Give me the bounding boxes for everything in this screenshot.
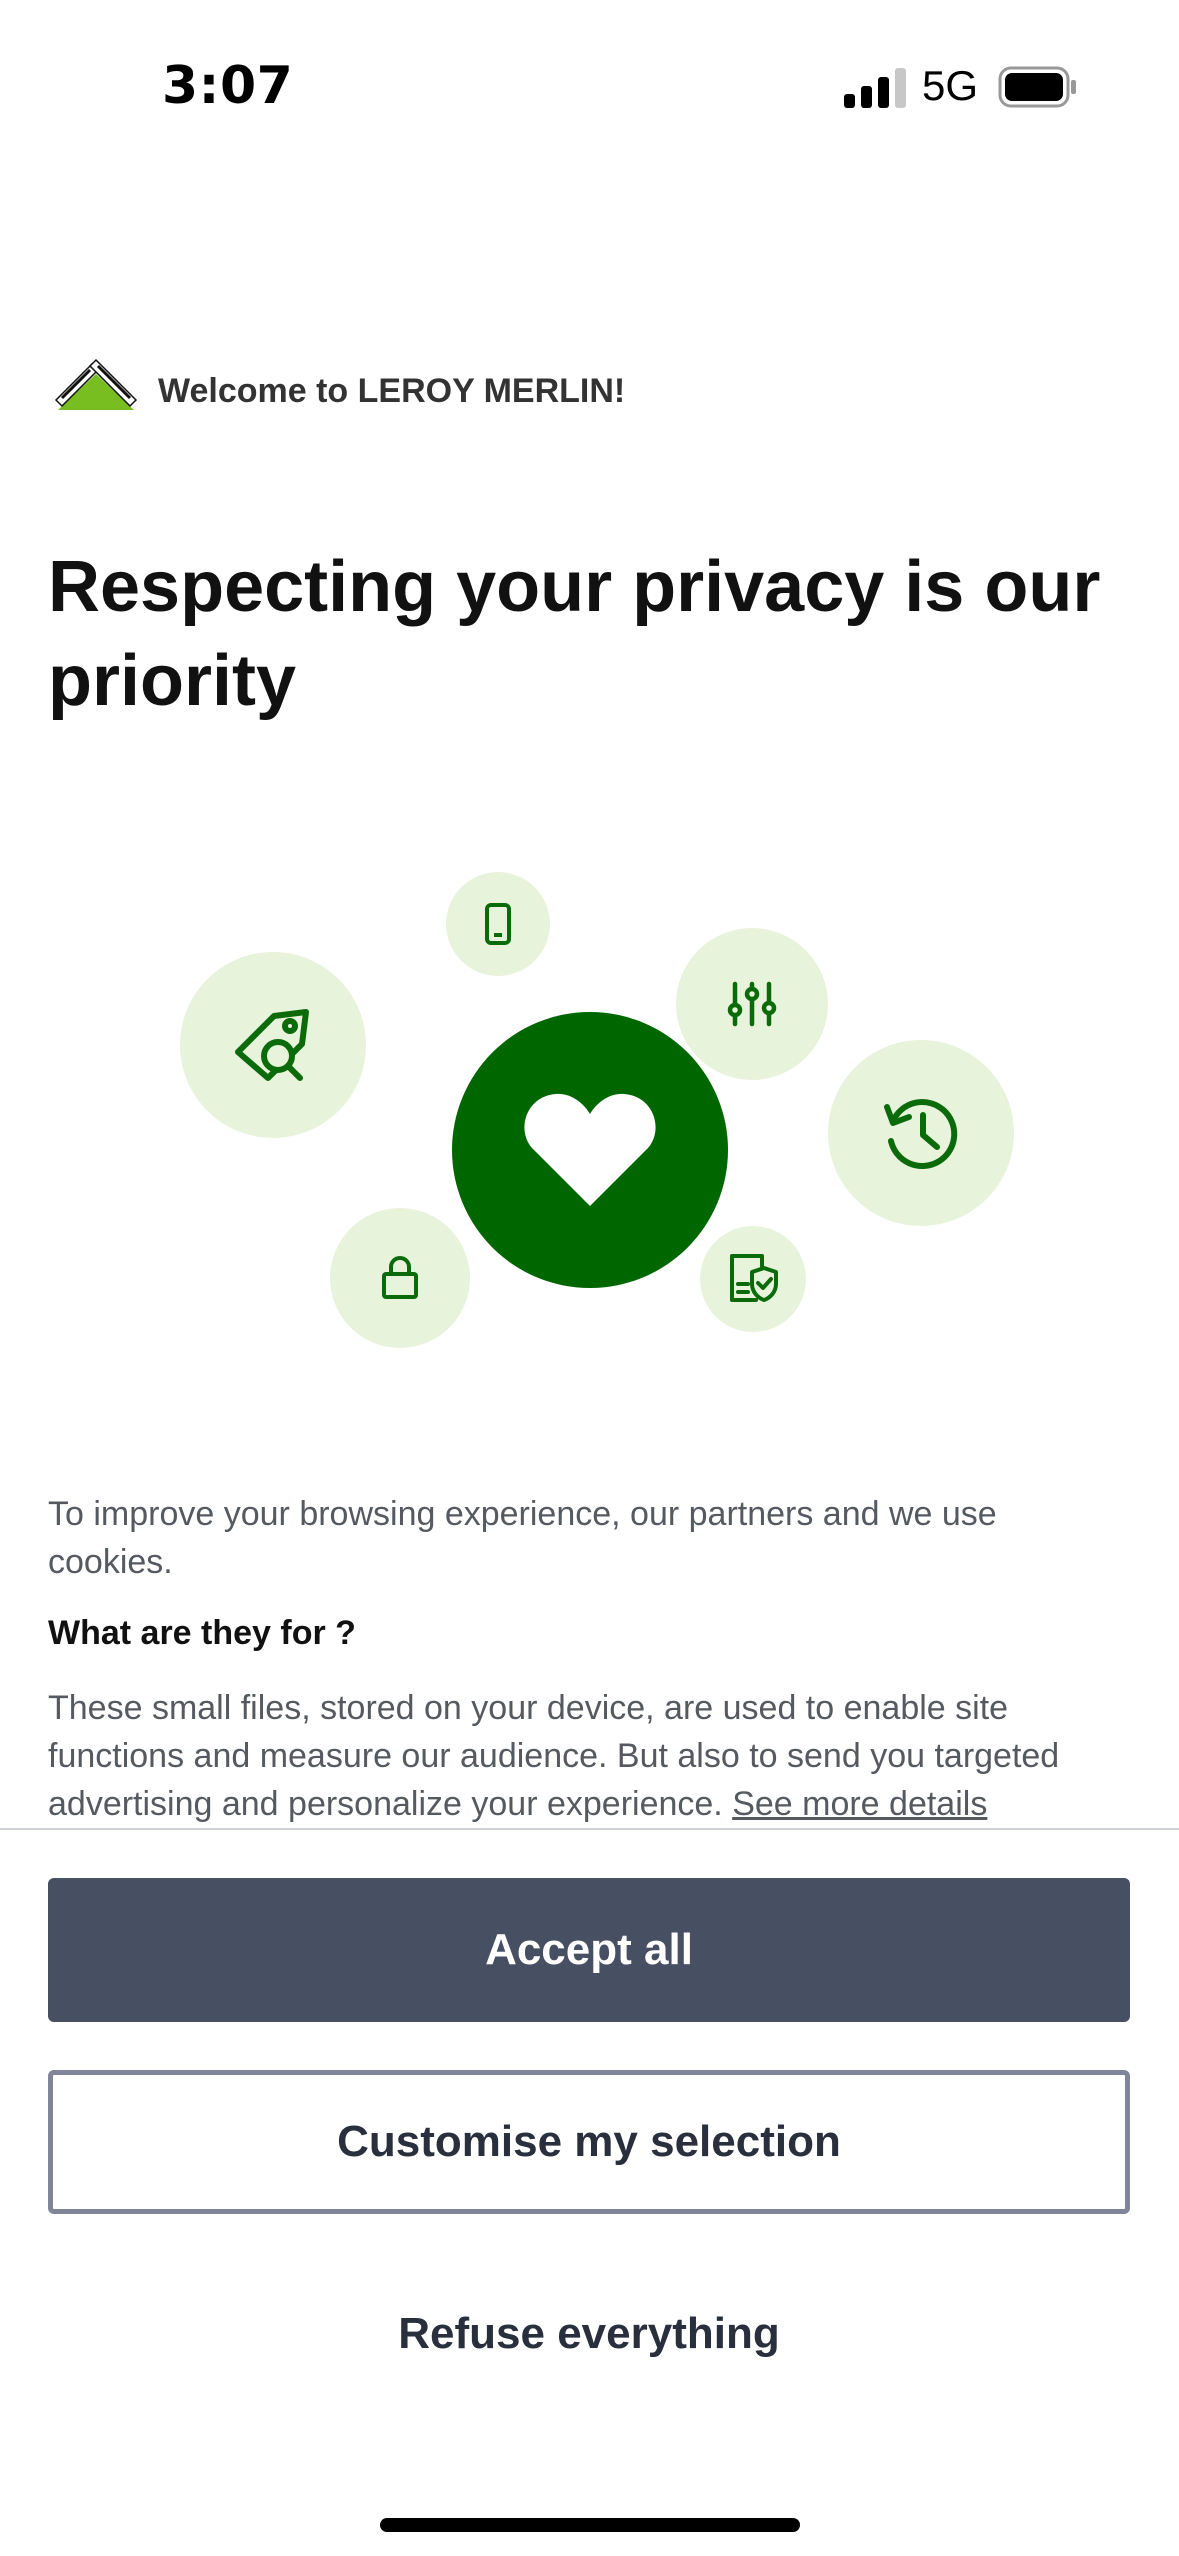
see-more-details-link[interactable]: See more details xyxy=(732,1785,987,1823)
status-time: 3:07 xyxy=(162,56,294,116)
cellular-signal-icon xyxy=(844,68,906,108)
heart-icon xyxy=(524,1093,656,1206)
page-title: Respecting your privacy is our priority xyxy=(48,547,1101,721)
welcome-text: Welcome to LEROY MERLIN! xyxy=(158,372,626,410)
sliders-bubble xyxy=(676,928,828,1080)
history-icon xyxy=(884,1099,958,1169)
leroy-merlin-logo xyxy=(54,358,138,410)
shield-document-icon xyxy=(730,1254,778,1302)
sliders-icon xyxy=(727,981,777,1027)
refuse-everything-button[interactable]: Refuse everything xyxy=(48,2262,1130,2406)
tag-search-bubble xyxy=(180,952,366,1138)
tag-search-icon xyxy=(235,1009,309,1081)
lock-icon xyxy=(382,1256,418,1299)
customise-selection-button[interactable]: Customise my selection xyxy=(48,2070,1130,2214)
battery-icon xyxy=(998,66,1076,108)
shield-document-bubble xyxy=(700,1226,806,1332)
details-text: These small files, stored on your device… xyxy=(48,1684,1138,1828)
phone-bubble xyxy=(446,872,550,976)
heart-bubble xyxy=(452,1012,728,1288)
lock-bubble xyxy=(330,1208,470,1348)
accept-all-button[interactable]: Accept all xyxy=(48,1878,1130,2022)
phone-icon xyxy=(485,903,511,945)
history-bubble xyxy=(828,1040,1014,1226)
intro-text: To improve your browsing experience, our… xyxy=(48,1495,997,1581)
home-indicator[interactable] xyxy=(380,2518,800,2532)
network-type: 5G xyxy=(922,62,979,109)
divider xyxy=(0,1828,1179,1830)
section-heading: What are they for ? xyxy=(48,1614,356,1652)
